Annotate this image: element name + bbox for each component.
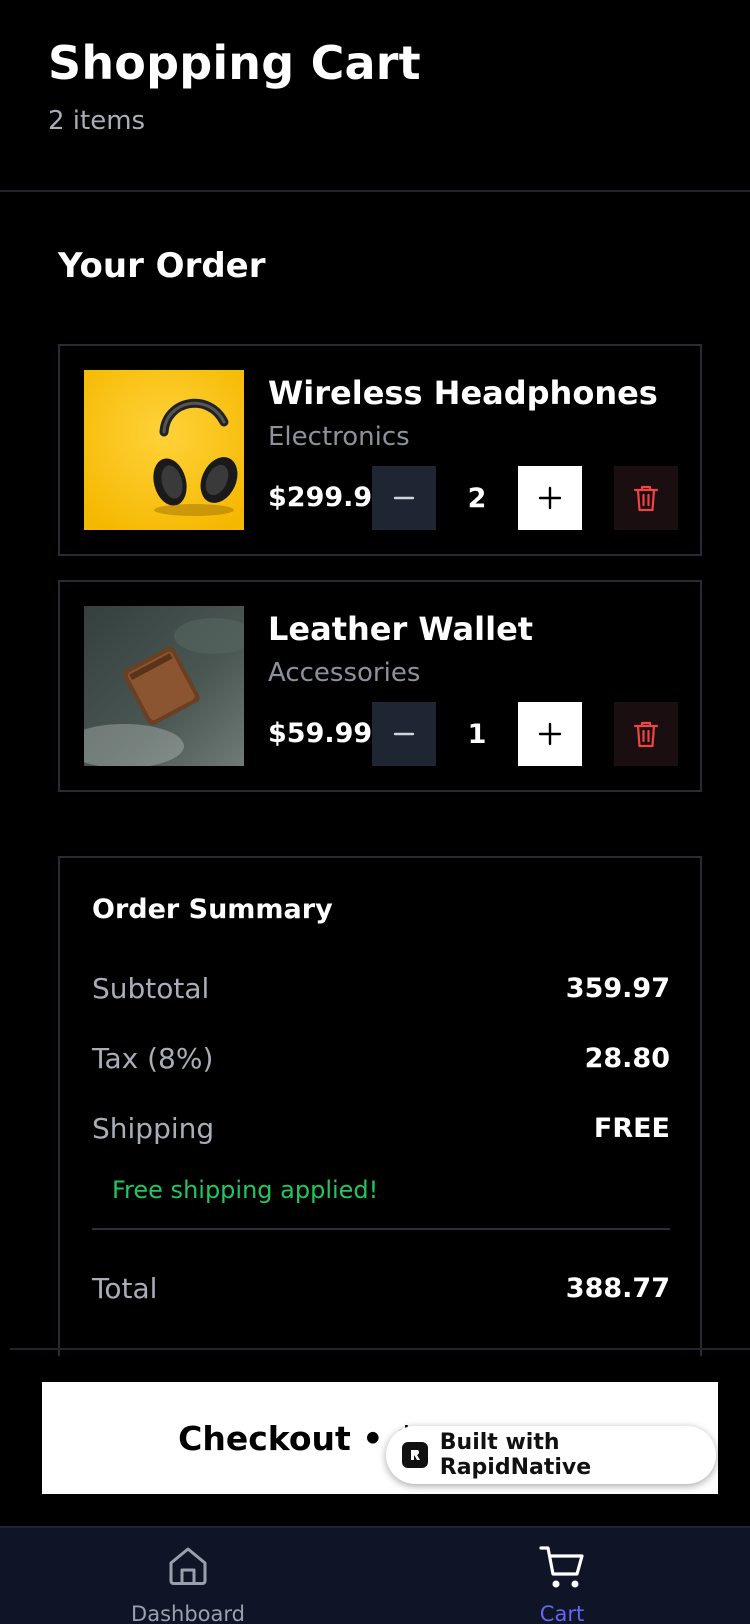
tax-value: 28.80 bbox=[584, 1042, 670, 1074]
tab-cart[interactable]: Cart bbox=[437, 1528, 687, 1624]
minus-icon bbox=[393, 496, 415, 500]
tax-row: Tax (8%) 28.80 bbox=[92, 1038, 670, 1078]
shipping-row: Shipping FREE bbox=[92, 1108, 670, 1148]
tab-label: Dashboard bbox=[131, 1602, 245, 1624]
item-name: Wireless Headphones bbox=[268, 374, 658, 412]
item-name: Leather Wallet bbox=[268, 610, 534, 648]
tab-bar: Dashboard Cart bbox=[0, 1526, 750, 1624]
summary-title: Order Summary bbox=[92, 894, 333, 925]
item-category: Electronics bbox=[268, 422, 410, 452]
divider bbox=[10, 1348, 750, 1350]
tab-dashboard[interactable]: Dashboard bbox=[63, 1528, 313, 1624]
decrease-quantity-button[interactable] bbox=[372, 702, 436, 766]
item-price: $59.99 bbox=[268, 718, 373, 749]
plus-icon bbox=[538, 722, 562, 746]
trash-icon bbox=[633, 721, 659, 748]
decrease-quantity-button[interactable] bbox=[372, 466, 436, 530]
quantity-value: 1 bbox=[467, 718, 487, 750]
subtotal-label: Subtotal bbox=[92, 971, 210, 1005]
quantity-value: 2 bbox=[467, 482, 487, 514]
total-value: 388.77 bbox=[565, 1272, 670, 1304]
subtotal-row: Subtotal 359.97 bbox=[92, 968, 670, 1008]
remove-item-button[interactable] bbox=[614, 466, 678, 530]
cart-icon bbox=[539, 1546, 584, 1588]
trash-icon bbox=[633, 485, 659, 512]
tax-label: Tax (8%) bbox=[92, 1041, 214, 1075]
total-row: Total 388.77 bbox=[92, 1268, 670, 1308]
total-label: Total bbox=[92, 1271, 158, 1305]
remove-item-button[interactable] bbox=[614, 702, 678, 766]
header: Shopping Cart 2 items bbox=[0, 0, 750, 192]
minus-icon bbox=[393, 732, 415, 736]
divider bbox=[92, 1228, 670, 1230]
built-with-badge[interactable]: Built with RapidNative bbox=[386, 1426, 716, 1484]
item-count: 2 items bbox=[48, 106, 146, 136]
increase-quantity-button[interactable] bbox=[518, 702, 582, 766]
headphones-image bbox=[84, 370, 244, 530]
order-summary: Order Summary Subtotal 359.97 Tax (8%) 2… bbox=[58, 856, 702, 1356]
page-title: Shopping Cart bbox=[48, 36, 421, 90]
cart-item: Wireless Headphones Electronics $299.98 … bbox=[58, 344, 702, 556]
wallet-image bbox=[84, 606, 244, 766]
tab-label: Cart bbox=[539, 1602, 585, 1624]
checkout-label: Checkout • $ bbox=[178, 1418, 418, 1458]
plus-icon bbox=[538, 486, 562, 510]
badge-label: Built with RapidNative bbox=[439, 1430, 592, 1480]
cart-item: Leather Wallet Accessories $59.99 1 bbox=[58, 580, 702, 792]
home-icon bbox=[169, 1547, 207, 1585]
shipping-label: Shipping bbox=[92, 1111, 215, 1145]
shipping-note: Free shipping applied! bbox=[112, 1176, 379, 1204]
shipping-value: FREE bbox=[593, 1112, 670, 1144]
increase-quantity-button[interactable] bbox=[518, 466, 582, 530]
subtotal-value: 359.97 bbox=[565, 972, 670, 1004]
rapidnative-logo-icon bbox=[402, 1442, 428, 1468]
item-category: Accessories bbox=[268, 658, 421, 688]
section-title: Your Order bbox=[58, 246, 266, 286]
